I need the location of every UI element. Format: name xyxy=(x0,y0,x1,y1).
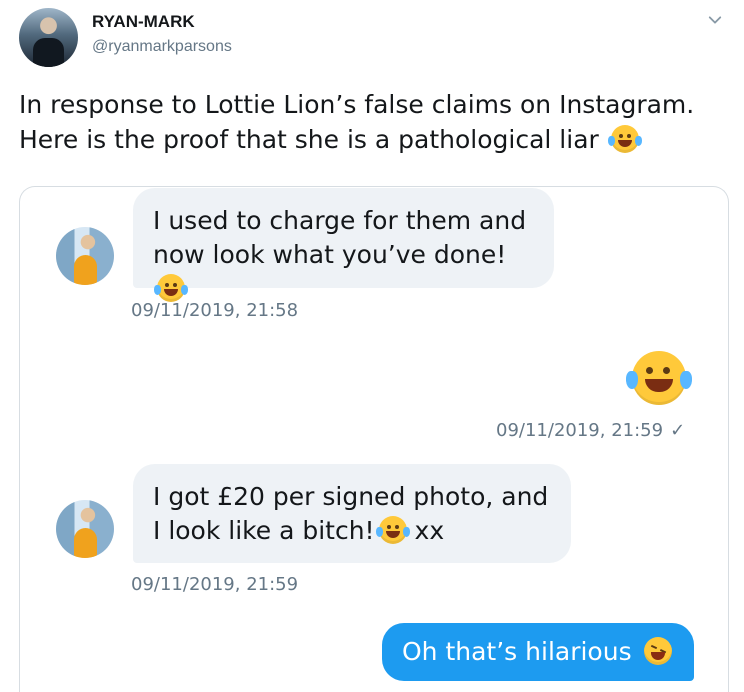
grinning-squinting-face-icon xyxy=(643,637,672,665)
checkmark-icon: ✓ xyxy=(670,420,686,441)
message-timestamp: 09/11/2019, 21:59 xyxy=(131,574,299,595)
tweet-line-2-text: Here is the proof that she is a patholog… xyxy=(19,125,599,154)
message-line: I got £20 per signed photo, and xyxy=(153,482,549,511)
message-text: Oh that’s hilarious xyxy=(402,637,632,666)
message-line: I used to charge for them and xyxy=(153,206,527,235)
message-bubble-sent: Oh that’s hilarious xyxy=(382,623,694,681)
chevron-down-icon[interactable] xyxy=(706,11,724,29)
message-timestamp: 09/11/2019, 21:59 ✓ xyxy=(496,420,685,441)
laughing-tears-icon xyxy=(607,125,642,153)
message-line: I look like a bitch! xx xyxy=(153,514,551,548)
sent-emoji-message xyxy=(626,351,692,405)
message-suffix: xx xyxy=(406,516,445,545)
contact-avatar xyxy=(56,227,114,285)
tweet-line-2: Here is the proof that she is a patholog… xyxy=(19,122,709,157)
message-bubble-received: I got £20 per signed photo, and I look l… xyxy=(133,464,571,563)
author-avatar[interactable] xyxy=(19,8,78,67)
message-line: now look what you’ve done! xyxy=(153,238,534,306)
laughing-tears-icon xyxy=(626,351,692,405)
message-timestamp: 09/11/2019, 21:58 xyxy=(131,300,299,321)
tweet-line-1: In response to Lottie Lion’s false claim… xyxy=(19,90,695,119)
message-bubble-received: I used to charge for them and now look w… xyxy=(133,188,554,302)
author-handle[interactable]: @ryanmarkparsons xyxy=(92,38,232,56)
laughing-tears-icon xyxy=(375,516,410,544)
laughing-tears-icon xyxy=(154,274,188,302)
message-line-text: now look what you’ve done! xyxy=(153,240,507,269)
tweet-text: In response to Lottie Lion’s false claim… xyxy=(19,87,709,157)
message-timestamp-text: 09/11/2019, 21:59 xyxy=(496,420,664,441)
conversation-screenshot: I used to charge for them and now look w… xyxy=(19,186,729,692)
author-name[interactable]: RYAN-MARK xyxy=(92,12,195,32)
message-line-text: I look like a bitch! xyxy=(153,516,375,545)
contact-avatar xyxy=(56,500,114,558)
